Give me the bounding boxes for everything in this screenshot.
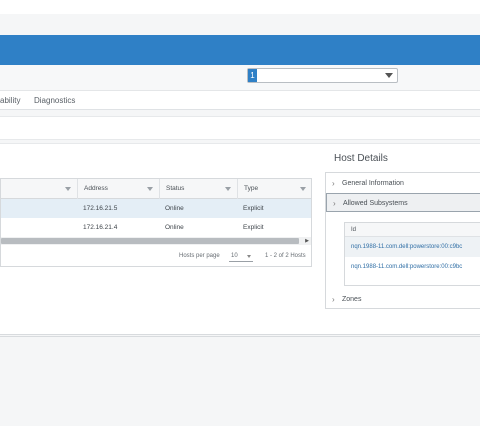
grid-header: Address Status Type	[1, 179, 311, 199]
allowed-subsystems-section[interactable]: › Allowed Subsystems	[326, 193, 480, 212]
host-details-title: Host Details	[334, 153, 388, 164]
chevron-down-icon[interactable]	[385, 73, 393, 78]
app-header	[0, 35, 480, 65]
per-page-label: Hosts per page	[179, 253, 220, 259]
filter-icon[interactable]	[300, 187, 306, 191]
chevron-right-icon: ›	[332, 179, 335, 188]
table-row[interactable]: 172.16.21.4 Online Explicit	[1, 218, 311, 237]
list-item[interactable]: nqn.1988-11.com.dell:powerstore:00:c9bc	[345, 257, 480, 277]
chevron-down-icon[interactable]	[247, 255, 251, 258]
scrollbar-thumb[interactable]	[1, 238, 299, 244]
subsystems-table: Id nqn.1988-11.com.dell:powerstore:00:c9…	[344, 222, 480, 286]
cell-type: Explicit	[243, 205, 264, 212]
tab-bar: ability Diagnostics	[0, 91, 480, 110]
cell-address: 172.16.21.4	[83, 224, 118, 231]
tab-availability[interactable]: ability	[0, 96, 20, 105]
list-item[interactable]: nqn.1988-11.com.dell:powerstore:00:c9bc	[345, 237, 480, 257]
scroll-right-icon[interactable]: ▶	[305, 237, 309, 245]
general-information-section[interactable]: › General Information	[326, 174, 480, 193]
per-page-select[interactable]: 10	[229, 251, 253, 262]
host-details-panel: › General Information › Allowed Subsyste…	[325, 172, 480, 309]
section-label: General Information	[342, 180, 404, 187]
horizontal-scrollbar[interactable]: ▶	[1, 237, 311, 245]
tab-diagnostics[interactable]: Diagnostics	[34, 96, 75, 105]
filter-icon[interactable]	[65, 187, 71, 191]
pagination-range: 1 - 2 of 2 Hosts	[265, 253, 306, 259]
appliance-badge: 1	[248, 69, 257, 82]
cell-address: 172.16.21.5	[83, 205, 118, 212]
section-label: Allowed Subsystems	[343, 200, 408, 207]
column-header-id[interactable]: Id	[345, 223, 480, 237]
hosts-grid: Address Status Type 172.16.21.5 Online E…	[0, 178, 312, 267]
filter-icon[interactable]	[147, 187, 153, 191]
cell-type: Explicit	[243, 224, 264, 231]
top-bar	[0, 0, 480, 14]
zones-section[interactable]: › Zones	[326, 290, 480, 309]
per-page-value: 10	[231, 253, 238, 259]
grid-pagination: Hosts per page 10 1 - 2 of 2 Hosts	[1, 247, 311, 266]
cell-status: Online	[165, 205, 184, 212]
table-row[interactable]: 172.16.21.5 Online Explicit	[1, 199, 311, 218]
section-label: Zones	[342, 296, 362, 303]
appliance-select[interactable]: 1	[247, 68, 398, 83]
context-bar	[0, 65, 480, 91]
filter-icon[interactable]	[225, 187, 231, 191]
toolbar	[0, 116, 480, 140]
chevron-right-icon: ›	[333, 199, 336, 208]
divider	[0, 336, 480, 337]
chevron-right-icon: ›	[332, 295, 335, 304]
cell-status: Online	[165, 224, 184, 231]
